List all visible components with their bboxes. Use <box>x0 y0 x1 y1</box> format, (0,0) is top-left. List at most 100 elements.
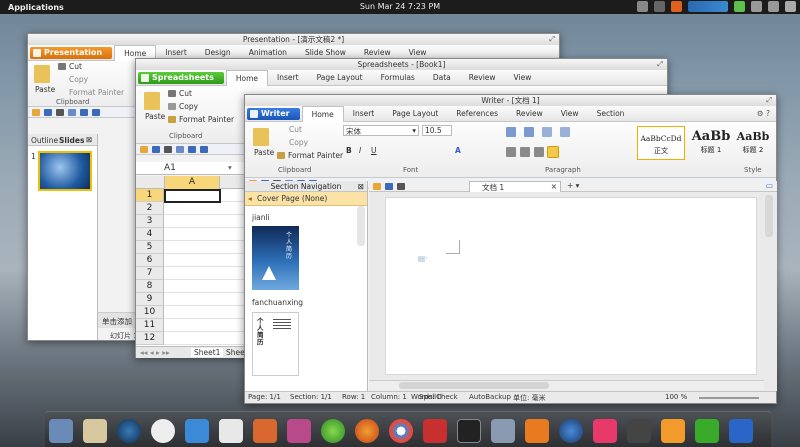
tab-page-layout[interactable]: Page Layout <box>383 106 447 122</box>
download-icon[interactable] <box>185 419 209 443</box>
preview-icon[interactable] <box>68 109 76 116</box>
music-icon[interactable] <box>525 419 549 443</box>
chat-icon[interactable] <box>151 419 175 443</box>
copy-button[interactable]: Copy <box>69 75 88 84</box>
row-header[interactable]: 12 <box>136 332 164 345</box>
tab-review[interactable]: Review <box>507 106 552 122</box>
copy-icon[interactable] <box>168 103 176 110</box>
document-scrollbar[interactable] <box>765 195 773 237</box>
close-pane-icon[interactable]: ⊠ <box>86 135 92 144</box>
alignment-buttons[interactable] <box>506 146 626 158</box>
format-painter-button[interactable]: Format Painter <box>69 88 124 97</box>
row-header[interactable]: 1 <box>136 189 164 202</box>
cut-icon[interactable] <box>58 63 66 70</box>
column-header-a[interactable]: A <box>164 176 220 189</box>
spellcheck-toggle[interactable]: SpellCheck <box>419 393 458 401</box>
camera-icon[interactable] <box>287 419 311 443</box>
print-icon[interactable] <box>56 109 64 116</box>
new-tab-button[interactable]: + ▾ <box>567 181 579 190</box>
row-header[interactable]: 7 <box>136 267 164 280</box>
bold-button[interactable]: B <box>346 146 352 155</box>
autobackup-toggle[interactable]: AutoBackup <box>469 393 511 401</box>
format-painter-icon[interactable] <box>277 152 285 159</box>
browser-icon[interactable] <box>117 419 141 443</box>
format-painter-button[interactable]: Format Painter <box>288 151 343 160</box>
name-box[interactable]: A1 <box>164 163 176 173</box>
underline-button[interactable]: U <box>371 146 377 155</box>
copy-button[interactable]: Copy <box>289 138 308 147</box>
paste-icon[interactable] <box>144 92 160 110</box>
save-icon[interactable] <box>152 146 160 153</box>
style-normal[interactable]: AaBbCcDd 正文 <box>637 126 685 160</box>
save-icon[interactable] <box>385 183 393 190</box>
zoom-slider[interactable] <box>699 397 759 399</box>
indent-icon[interactable] <box>560 127 570 137</box>
template-thumbnail-fanchuanxing[interactable]: 个人简历 <box>252 312 299 376</box>
grid-row[interactable] <box>164 306 246 319</box>
row-header[interactable]: 4 <box>136 228 164 241</box>
network-graph-icon[interactable] <box>688 1 728 12</box>
row-header[interactable]: 11 <box>136 319 164 332</box>
spreadsheets-app-button[interactable]: Spreadsheets <box>138 71 224 84</box>
chrome-icon[interactable] <box>389 419 413 443</box>
cover-page-row[interactable]: ◂ Cover Page (None) <box>245 192 367 206</box>
font-size-select[interactable]: 10.5 <box>422 125 452 136</box>
tab-view[interactable]: View <box>505 70 541 86</box>
align-right-icon[interactable] <box>534 147 544 157</box>
numbering-icon[interactable] <box>524 127 534 137</box>
selected-cell-a1[interactable] <box>164 189 221 203</box>
template-thumbnail-jianli[interactable]: 个人简历 <box>252 226 299 290</box>
cut-button[interactable]: Cut <box>289 125 302 134</box>
tab-page-layout[interactable]: Page Layout <box>308 70 372 86</box>
print-icon[interactable] <box>397 183 405 190</box>
grid-row[interactable] <box>164 228 246 241</box>
notes-area[interactable]: 单击添加 <box>98 312 138 328</box>
horizontal-scrollbar[interactable] <box>369 380 764 390</box>
style-heading-1[interactable]: AaBb 标题 1 <box>688 126 734 160</box>
tab-home[interactable]: Home <box>301 105 344 122</box>
sheet-nav-arrows[interactable]: ◂◂ ◂ ▸ ▸▸ <box>140 348 170 357</box>
paste-button[interactable]: Paste <box>254 148 274 157</box>
italic-button[interactable]: I <box>359 146 361 155</box>
presentation-dock-icon[interactable] <box>661 419 685 443</box>
tab-insert[interactable]: Insert <box>344 106 384 122</box>
bullets-icon[interactable] <box>506 127 516 137</box>
open-icon[interactable] <box>32 109 40 116</box>
grid-row[interactable] <box>164 241 246 254</box>
moon-icon[interactable] <box>559 419 583 443</box>
window-manager-icon[interactable] <box>491 419 515 443</box>
grid-row[interactable] <box>164 280 246 293</box>
font-color-button[interactable]: A <box>455 146 461 155</box>
row-header[interactable]: 6 <box>136 254 164 267</box>
row-header[interactable]: 2 <box>136 202 164 215</box>
scrollbar-thumb[interactable] <box>399 382 549 389</box>
maximize-icon[interactable]: ⤢ <box>766 95 772 106</box>
terminal-icon[interactable] <box>457 419 481 443</box>
ubuntu-one-icon[interactable] <box>671 1 682 12</box>
format-painter-icon[interactable] <box>168 116 176 123</box>
chat-client-icon[interactable] <box>321 419 345 443</box>
sheet-tab-1[interactable]: Sheet1 <box>191 348 224 357</box>
mail-icon[interactable] <box>83 419 107 443</box>
tab-data[interactable]: Data <box>424 70 460 86</box>
close-pane-icon[interactable]: ⊠ <box>358 181 364 192</box>
tab-formulas[interactable]: Formulas <box>372 70 424 86</box>
redo-icon[interactable] <box>92 109 100 116</box>
row-header[interactable]: 3 <box>136 215 164 228</box>
row-header[interactable]: 10 <box>136 306 164 319</box>
paste-options-icon[interactable]: ▤· <box>418 254 427 263</box>
keyboard-icon[interactable] <box>654 1 665 12</box>
presentation-app-button[interactable]: Presentation <box>30 46 113 59</box>
settings-icon[interactable] <box>627 419 651 443</box>
list-buttons[interactable] <box>506 126 626 138</box>
grid-row[interactable] <box>164 293 246 306</box>
photos-icon[interactable] <box>253 419 277 443</box>
cut-icon[interactable] <box>168 90 176 97</box>
save-icon[interactable] <box>44 109 52 116</box>
undo-icon[interactable] <box>80 109 88 116</box>
tab-view[interactable]: View <box>552 106 588 122</box>
maximize-icon[interactable]: ⤢ <box>657 59 663 70</box>
paste-icon[interactable] <box>34 65 50 83</box>
tab-list-icon[interactable]: ▭ <box>766 181 773 190</box>
help-icon[interactable]: ⚙ ? <box>757 109 770 118</box>
